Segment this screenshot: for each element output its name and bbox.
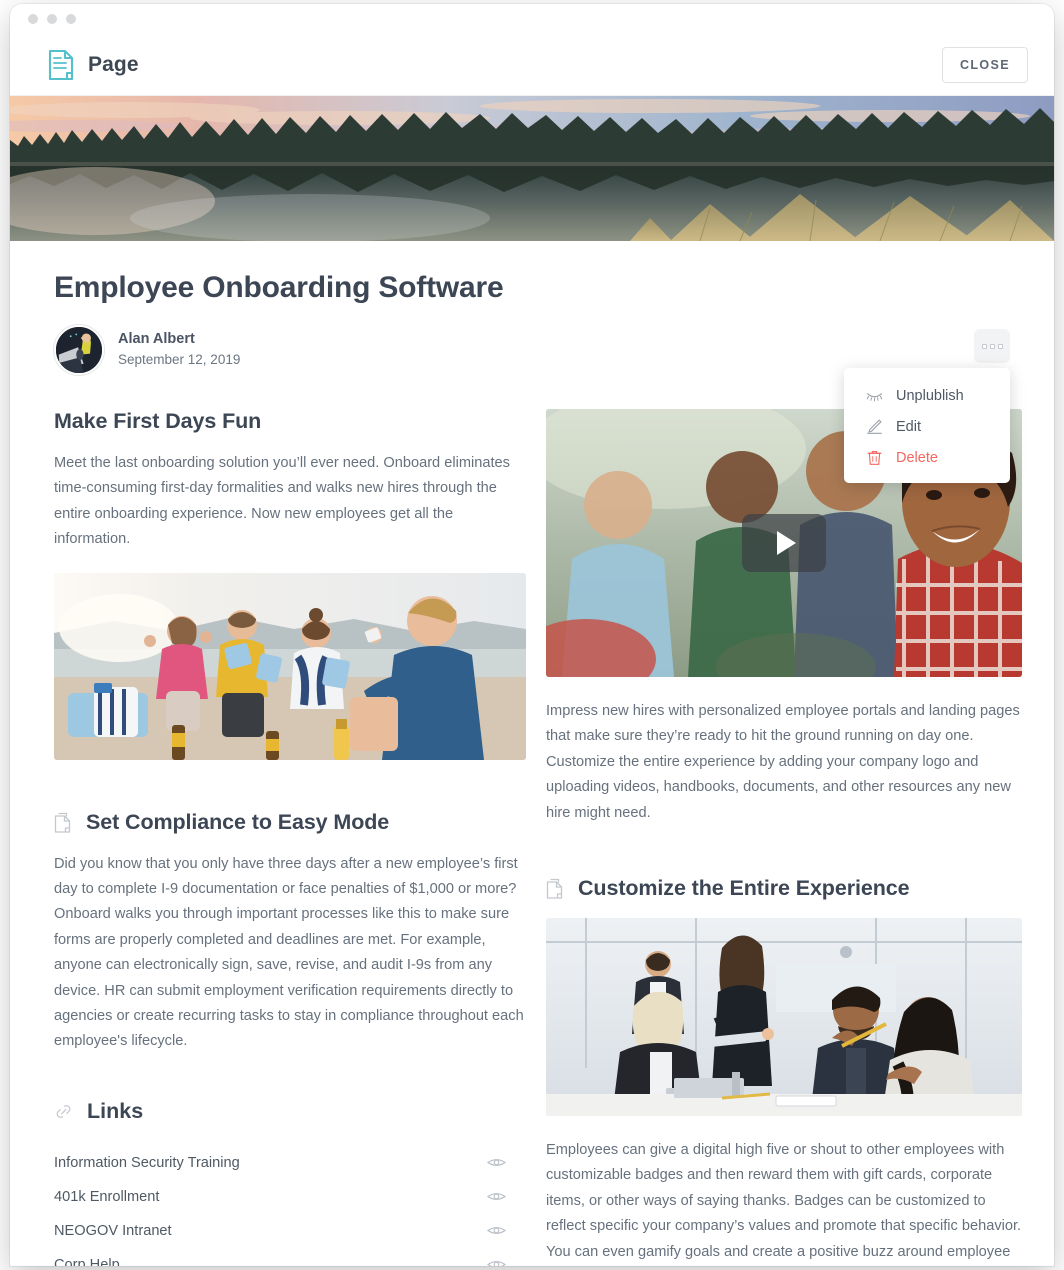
eye-icon[interactable] xyxy=(487,1156,526,1169)
trash-icon xyxy=(866,449,883,466)
section-paragraph-set-compliance: Did you know that you only have three da… xyxy=(54,855,524,1050)
menu-item-unpublish[interactable]: Unplublish xyxy=(844,380,1010,411)
avatar xyxy=(54,325,104,375)
menu-item-label: Edit xyxy=(896,418,921,435)
play-button[interactable] xyxy=(742,514,826,572)
chain-link-icon xyxy=(54,1102,73,1121)
left-column: Make First Days Fun Meet the last onboar… xyxy=(54,409,526,1266)
document-icon xyxy=(54,812,72,833)
customize-section: Customize the Entire Experience Employee… xyxy=(546,876,1022,1266)
app-title: Page xyxy=(88,52,139,76)
kebab-dot xyxy=(989,343,995,349)
window-maximize-dot[interactable] xyxy=(66,14,76,24)
section-heading-customize: Customize the Entire Experience xyxy=(546,876,1022,901)
friends-lake-image xyxy=(54,572,526,760)
kebab-dot xyxy=(997,343,1003,349)
links-section: Links Information Security Training 401k xyxy=(54,1099,526,1266)
window-titlebar xyxy=(10,4,1054,34)
more-options-button[interactable] xyxy=(974,329,1010,363)
menu-item-delete[interactable]: Delete xyxy=(844,442,1010,473)
right-paragraph-employees: Employees can give a digital high five o… xyxy=(546,1141,1022,1260)
right-paragraph-impress: Impress new hires with personalized empl… xyxy=(546,703,1020,821)
section-heading-label: Customize the Entire Experience xyxy=(578,875,910,900)
links-title: Links xyxy=(87,1098,144,1123)
links-heading: Links xyxy=(54,1099,526,1124)
link-item-information-security-training[interactable]: Information Security Training xyxy=(54,1146,526,1180)
app-header: Page CLOSE xyxy=(10,34,1054,96)
hero-banner-image xyxy=(10,96,1054,241)
eye-slash-icon xyxy=(866,387,883,404)
section-heading-make-first-days-fun: Make First Days Fun xyxy=(54,409,262,433)
link-label: 401k Enrollment xyxy=(54,1188,160,1205)
office-meeting-image xyxy=(546,917,1022,1116)
author-row: Alan Albert September 12, 2019 Unplublis… xyxy=(54,325,1010,483)
window-minimize-dot[interactable] xyxy=(47,14,57,24)
window-close-dot[interactable] xyxy=(28,14,38,24)
article-body: Employee Onboarding Software Alan Albert xyxy=(10,241,1054,1266)
link-item-401k-enrollment[interactable]: 401k Enrollment xyxy=(54,1180,526,1214)
author-date: September 12, 2019 xyxy=(118,352,241,368)
right-column: Impress new hires with personalized empl… xyxy=(546,409,1022,1266)
play-triangle-icon xyxy=(777,531,796,555)
kebab-dot xyxy=(981,343,987,349)
eye-icon[interactable] xyxy=(487,1224,526,1237)
link-label: NEOGOV Intranet xyxy=(54,1222,172,1239)
app-window: Page CLOSE Employee Onboarding Software … xyxy=(10,4,1054,1266)
link-label: Information Security Training xyxy=(54,1154,240,1171)
eye-icon[interactable] xyxy=(487,1258,526,1266)
article-columns: Make First Days Fun Meet the last onboar… xyxy=(54,409,1022,1266)
section-heading-label: Set Compliance to Easy Mode xyxy=(86,809,390,834)
compliance-section: Set Compliance to Easy Mode Did you know… xyxy=(54,810,526,1055)
options-dropdown-menu: Unplublish Edit Delete xyxy=(844,368,1010,483)
menu-item-label: Delete xyxy=(896,449,938,466)
menu-item-edit[interactable]: Edit xyxy=(844,411,1010,442)
link-label: Corp Help xyxy=(54,1256,120,1266)
page-icon xyxy=(48,49,74,80)
eye-icon[interactable] xyxy=(487,1190,526,1203)
document-icon xyxy=(546,878,564,899)
author-info: Alan Albert September 12, 2019 xyxy=(118,329,240,370)
menu-item-label: Unplublish xyxy=(896,387,964,404)
link-item-neogov-intranet[interactable]: NEOGOV Intranet xyxy=(54,1214,526,1248)
section-paragraph-make-first-days-fun: Meet the last onboarding solution you’ll… xyxy=(54,455,510,548)
close-button[interactable]: CLOSE xyxy=(941,46,1028,83)
section-heading-set-compliance: Set Compliance to Easy Mode xyxy=(54,810,526,835)
author-name: Alan Albert xyxy=(118,331,195,348)
page-title: Employee Onboarding Software xyxy=(54,271,504,304)
app-header-left: Page xyxy=(48,49,139,80)
link-item-corp-help[interactable]: Corp Help xyxy=(54,1248,526,1266)
pencil-icon xyxy=(866,418,883,435)
